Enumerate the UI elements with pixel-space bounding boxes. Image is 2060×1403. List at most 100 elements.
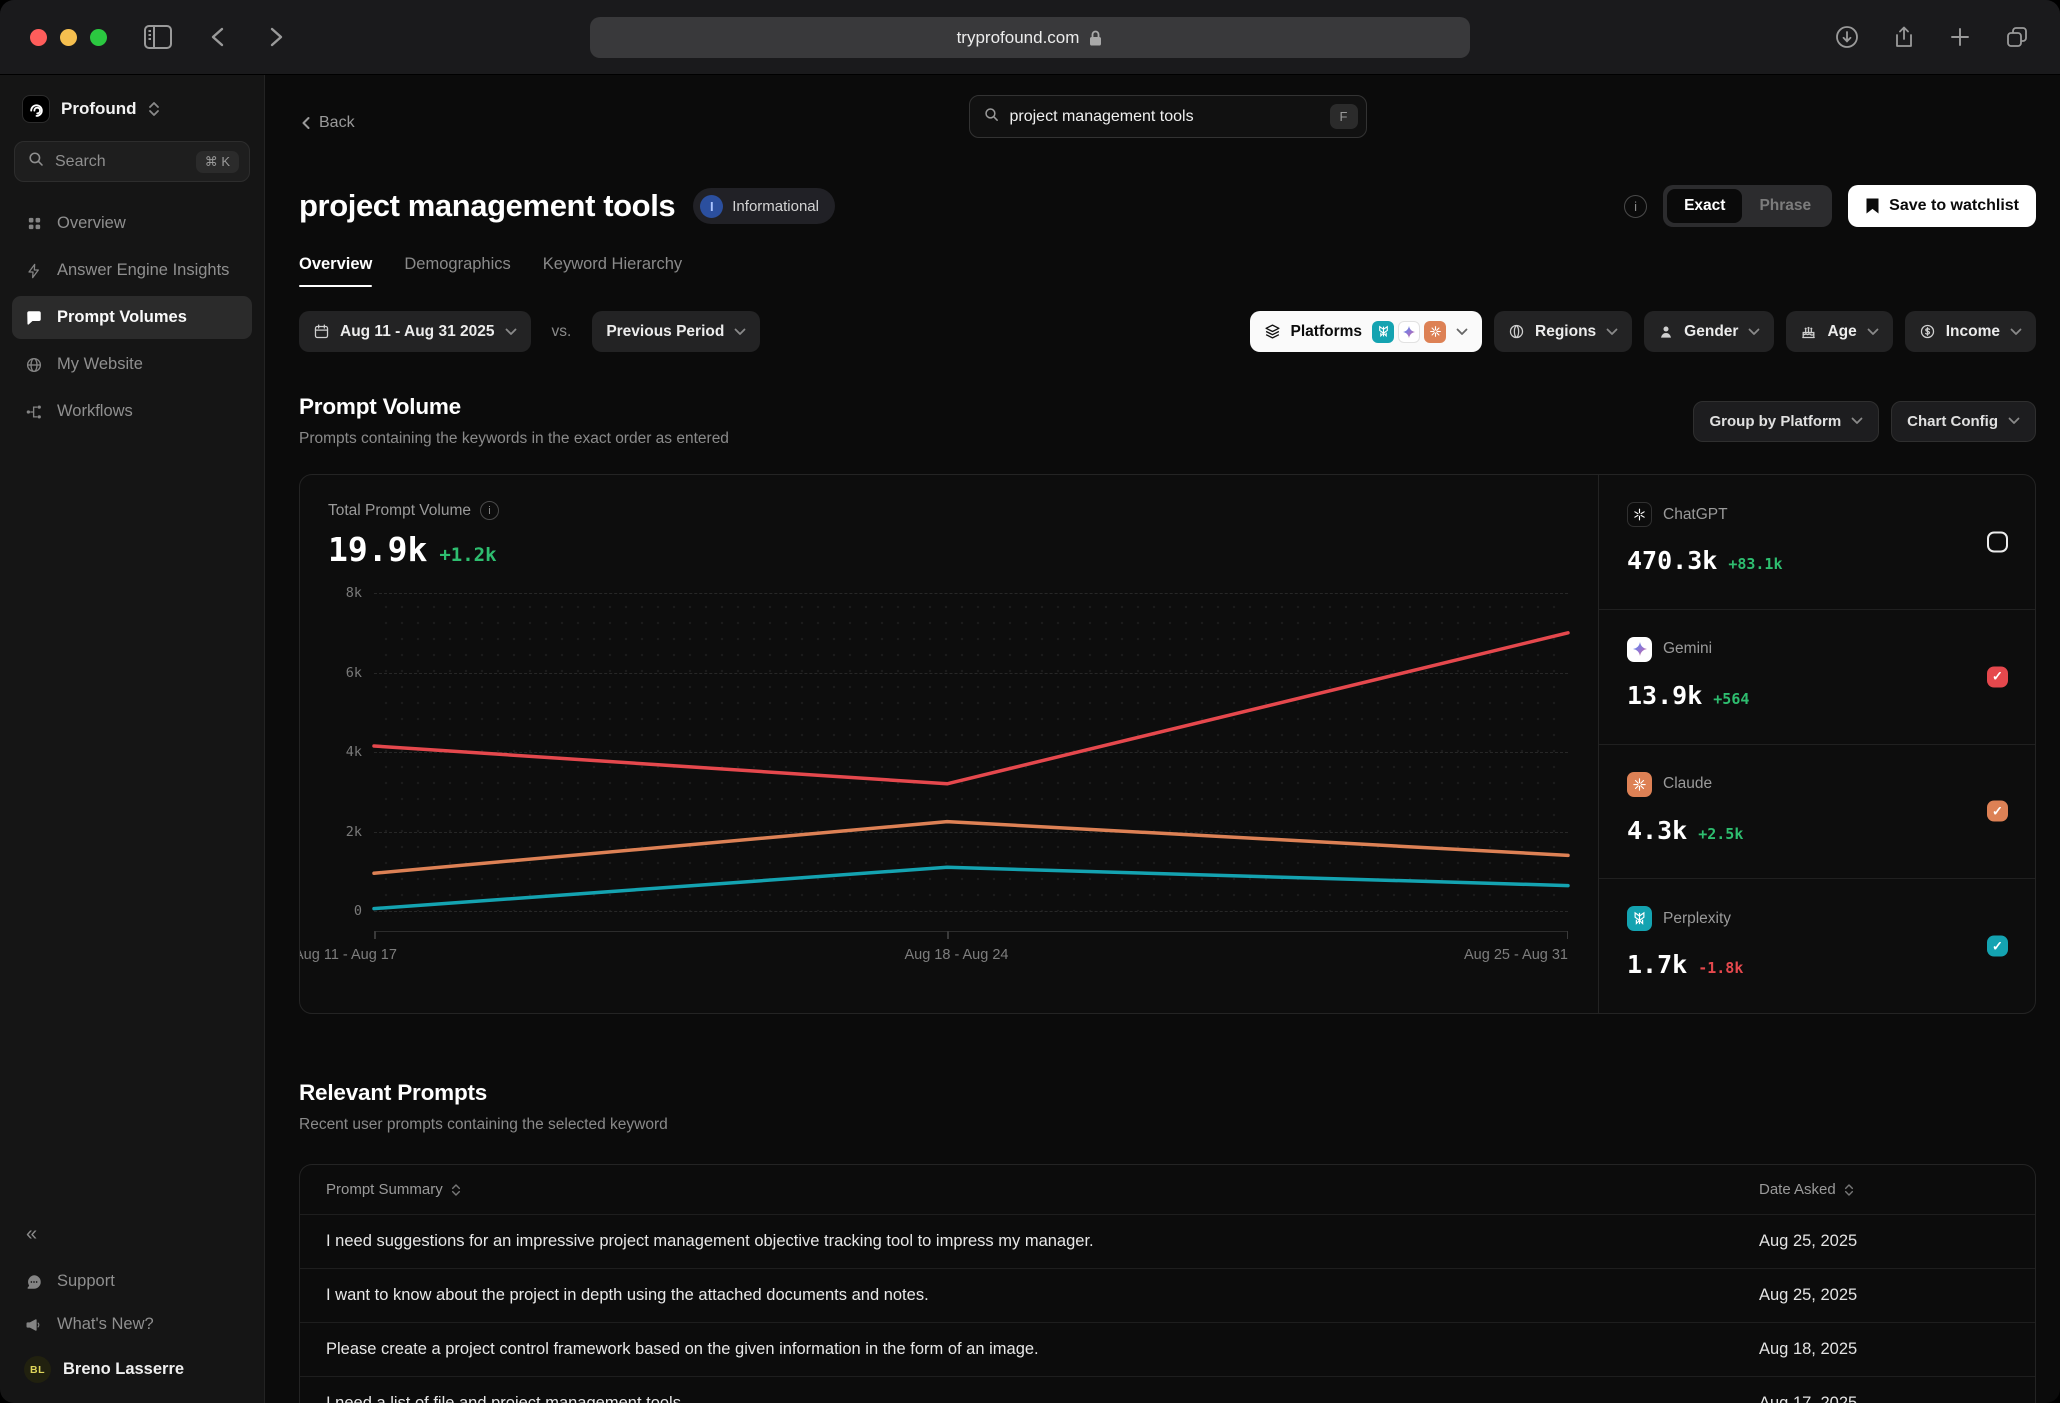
sidebar-item-label: Workflows bbox=[57, 402, 133, 421]
sidebar-item-answer-engine-insights[interactable]: Answer Engine Insights bbox=[12, 249, 252, 292]
browser-back-icon[interactable] bbox=[207, 25, 229, 49]
regions-filter[interactable]: Regions bbox=[1494, 311, 1632, 352]
downloads-icon[interactable] bbox=[1834, 24, 1860, 50]
group-by-platform-button[interactable]: Group by Platform bbox=[1693, 401, 1879, 442]
legend-delta: -1.8k bbox=[1698, 959, 1743, 977]
avatar: BL bbox=[24, 1356, 51, 1383]
workflow-nodes-icon bbox=[24, 403, 44, 421]
legend-row-gemini[interactable]: Gemini 13.9k +564 ✓ bbox=[1599, 609, 2035, 744]
line-chart-plot-area[interactable] bbox=[374, 593, 1568, 911]
sidebar-item-label: Support bbox=[57, 1272, 115, 1291]
zoom-window-button[interactable] bbox=[90, 29, 107, 46]
tab-demographics[interactable]: Demographics bbox=[404, 255, 510, 287]
browser-toolbar: tryprofound.com bbox=[0, 0, 2060, 75]
minimize-window-button[interactable] bbox=[60, 29, 77, 46]
info-icon[interactable]: i bbox=[1624, 195, 1647, 218]
chevron-down-icon bbox=[1851, 417, 1863, 425]
sidebar-item-overview[interactable]: Overview bbox=[12, 202, 252, 245]
close-window-button[interactable] bbox=[30, 29, 47, 46]
sidebar-item-label: What's New? bbox=[57, 1315, 154, 1334]
calendar-icon bbox=[313, 323, 330, 340]
age-filter[interactable]: Age bbox=[1786, 311, 1892, 352]
date-range-picker[interactable]: Aug 11 - Aug 31 2025 bbox=[299, 311, 531, 352]
chart-config-button[interactable]: Chart Config bbox=[1891, 401, 2036, 442]
table-row[interactable]: I need a list of file and project manage… bbox=[300, 1376, 2035, 1403]
x-axis-labels: Aug 11 - Aug 17 Aug 18 - Aug 24 Aug 25 -… bbox=[299, 947, 1568, 971]
prompt-summary-cell: Please create a project control framewor… bbox=[326, 1340, 1759, 1359]
table-row[interactable]: I want to know about the project in dept… bbox=[300, 1268, 2035, 1322]
compare-period-picker[interactable]: Previous Period bbox=[592, 311, 760, 352]
chatgpt-checkbox[interactable] bbox=[1987, 531, 2008, 552]
grid-icon bbox=[24, 215, 44, 232]
bookmark-icon bbox=[1865, 197, 1880, 215]
back-button[interactable]: Back bbox=[299, 114, 355, 132]
address-bar[interactable]: tryprofound.com bbox=[590, 17, 1470, 58]
search-shortcut-badge: ⌘ K bbox=[196, 151, 239, 173]
sidebar-item-prompt-volumes[interactable]: Prompt Volumes bbox=[12, 296, 252, 339]
legend-row-perplexity[interactable]: Perplexity 1.7k -1.8k ✓ bbox=[1599, 878, 2035, 1013]
income-label: Income bbox=[1946, 323, 2000, 341]
user-menu[interactable]: BL Breno Lasserre bbox=[12, 1346, 252, 1383]
page-tabs: Overview Demographics Keyword Hierarchy bbox=[299, 255, 2036, 287]
chevron-down-icon bbox=[734, 328, 746, 336]
platforms-label: Platforms bbox=[1291, 323, 1363, 341]
browser-sidebar-icon[interactable] bbox=[143, 24, 173, 50]
tab-overview[interactable]: Overview bbox=[299, 255, 372, 287]
match-exact-button[interactable]: Exact bbox=[1667, 189, 1742, 223]
info-icon[interactable]: i bbox=[480, 501, 499, 520]
legend-delta: +2.5k bbox=[1698, 825, 1743, 843]
legend-value: 4.3k bbox=[1627, 816, 1687, 845]
sidebar-item-workflows[interactable]: Workflows bbox=[12, 390, 252, 433]
match-phrase-button[interactable]: Phrase bbox=[1742, 189, 1828, 223]
sidebar-item-support[interactable]: Support bbox=[12, 1260, 252, 1303]
sidebar-item-my-website[interactable]: My Website bbox=[12, 343, 252, 386]
lightning-icon bbox=[24, 262, 44, 280]
search-icon bbox=[27, 150, 45, 173]
total-prompt-volume-value: 19.9k bbox=[328, 530, 427, 569]
sort-icon[interactable] bbox=[451, 1183, 461, 1197]
keyword-search-value: project management tools bbox=[1010, 108, 1194, 126]
legend-value: 1.7k bbox=[1627, 950, 1687, 979]
collapse-sidebar-button[interactable]: « bbox=[12, 1223, 252, 1260]
layers-icon bbox=[1264, 323, 1281, 340]
main-content: Back project management tools F project … bbox=[265, 75, 2060, 1403]
match-type-toggle: Exact Phrase bbox=[1663, 185, 1832, 227]
chevron-down-icon bbox=[1867, 328, 1879, 336]
perplexity-checkbox[interactable]: ✓ bbox=[1987, 936, 2008, 957]
share-icon[interactable] bbox=[1892, 24, 1916, 50]
chart-config-label: Chart Config bbox=[1907, 413, 1998, 430]
total-prompt-volume-label: Total Prompt Volume bbox=[328, 502, 471, 520]
claude-checkbox[interactable]: ✓ bbox=[1987, 801, 2008, 822]
platforms-filter[interactable]: Platforms bbox=[1250, 311, 1483, 352]
save-to-watchlist-button[interactable]: Save to watchlist bbox=[1848, 185, 2036, 227]
legend-platform-name: Claude bbox=[1663, 775, 1712, 793]
new-tab-icon[interactable] bbox=[1948, 24, 1972, 50]
browser-forward-icon[interactable] bbox=[265, 25, 287, 49]
income-filter[interactable]: Income bbox=[1905, 311, 2036, 352]
user-name: Breno Lasserre bbox=[63, 1360, 184, 1379]
column-header-date-asked[interactable]: Date Asked bbox=[1759, 1181, 1836, 1198]
keyword-search-input[interactable]: project management tools F bbox=[969, 95, 1367, 138]
table-row[interactable]: I need suggestions for an impressive pro… bbox=[300, 1214, 2035, 1268]
gemini-checkbox[interactable]: ✓ bbox=[1987, 666, 2008, 687]
tab-overview-icon[interactable] bbox=[2004, 24, 2030, 50]
legend-delta: +564 bbox=[1713, 690, 1749, 708]
perplexity-icon bbox=[1372, 321, 1394, 343]
tab-keyword-hierarchy[interactable]: Keyword Hierarchy bbox=[543, 255, 682, 287]
search-icon bbox=[983, 106, 1000, 128]
legend-value: 470.3k bbox=[1627, 546, 1717, 575]
chart-lines bbox=[374, 593, 1568, 911]
sidebar-item-whats-new[interactable]: What's New? bbox=[12, 1303, 252, 1346]
table-row[interactable]: Please create a project control framewor… bbox=[300, 1322, 2035, 1376]
relevant-prompts-subtitle: Recent user prompts containing the selec… bbox=[299, 1116, 2036, 1134]
legend-row-chatgpt[interactable]: ChatGPT 470.3k +83.1k bbox=[1599, 475, 2035, 609]
sidebar-search-input[interactable]: Search ⌘ K bbox=[14, 141, 250, 182]
gender-filter[interactable]: Gender bbox=[1644, 311, 1774, 352]
y-axis-labels: 8k 6k 4k 2k 0 bbox=[328, 593, 362, 911]
workspace-switcher[interactable]: Profound bbox=[12, 91, 252, 123]
intent-badge: I Informational bbox=[693, 188, 835, 224]
sort-icon[interactable] bbox=[1844, 1183, 1854, 1197]
column-header-prompt-summary[interactable]: Prompt Summary bbox=[326, 1181, 443, 1198]
legend-row-claude[interactable]: Claude 4.3k +2.5k ✓ bbox=[1599, 744, 2035, 879]
date-asked-cell: Aug 18, 2025 bbox=[1759, 1340, 2009, 1359]
